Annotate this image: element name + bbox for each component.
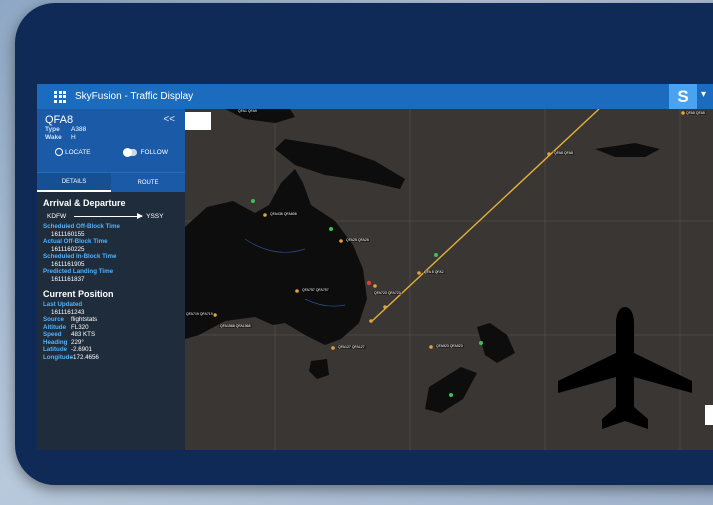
position-value: -2.6901: [71, 346, 92, 353]
type-label: Type: [45, 126, 60, 133]
wake-label: Wake: [45, 134, 62, 141]
position-value: 483 KTS: [71, 331, 96, 338]
flight-sidebar: QFA8 << Type A388 Wake H LOCATE FOLLOW D…: [37, 109, 185, 450]
position-value: -172.4656: [71, 353, 99, 361]
last-updated-label: Last Updated: [43, 301, 83, 308]
position-value: FL320: [71, 323, 89, 331]
app-title: SkyFusion - Traffic Display: [75, 91, 194, 102]
last-updated-value: 1611161243: [51, 308, 85, 316]
aircraft-label[interactable]: QFA1 QFA9: [237, 109, 258, 113]
tab-details[interactable]: DETAILS: [37, 173, 111, 192]
position-row: Source flightstats: [43, 316, 185, 324]
position-row: Longitude -172.4656: [43, 354, 185, 362]
airplane-icon: [558, 307, 692, 429]
grid-menu-icon[interactable]: [51, 88, 69, 106]
collapse-sidebar-button[interactable]: <<: [163, 114, 175, 125]
toggle-switch-icon: [122, 147, 137, 157]
position-label: Speed: [43, 331, 62, 338]
arrival-departure-title: Arrival & Departure: [43, 198, 126, 208]
flight-callsign: QFA8: [45, 114, 74, 126]
aircraft-label[interactable]: QFA523 QFA523: [435, 344, 464, 348]
position-row: Latitude -2.6901: [43, 346, 185, 354]
route-summary: KDFW YSSY: [47, 213, 185, 220]
position-value: flightstats: [71, 316, 98, 323]
origin-code: KDFW: [47, 213, 67, 220]
sidebar-tabs: DETAILS ROUTE: [37, 172, 185, 192]
follow-label: FOLLOW: [140, 148, 168, 156]
aircraft-label[interactable]: QFA719 QFA719: [185, 312, 214, 316]
destination-code: YSSY: [146, 213, 164, 220]
field-value: 1611160155: [51, 230, 85, 238]
aircraft-label[interactable]: QFA436 QFA608: [269, 212, 298, 216]
field-value: 1611160225: [51, 245, 85, 253]
crosshair-icon: [55, 148, 63, 156]
position-row: Heading 229°: [43, 339, 185, 347]
chevron-down-icon[interactable]: ▾: [701, 89, 706, 100]
wake-row: Wake H: [45, 134, 177, 142]
flight-header: QFA8 << Type A388 Wake H LOCATE FOLLOW: [37, 109, 185, 172]
position-row: Altitude FL320: [43, 324, 185, 332]
position-label: Longitude: [43, 353, 73, 361]
aircraft-label[interactable]: QFA 8 QFA2: [423, 270, 445, 274]
follow-toggle[interactable]: FOLLOW: [122, 147, 168, 157]
locate-label: LOCATE: [65, 148, 91, 156]
field-label: Scheduled Off-Block Time: [43, 223, 120, 230]
brand-badge[interactable]: S: [669, 84, 697, 109]
aircraft-label[interactable]: QFA5 QFA5: [685, 111, 706, 115]
arrow-right-icon: [74, 213, 144, 219]
aircraft-label[interactable]: QFA723 QFA723: [373, 291, 402, 295]
position-value: 229°: [71, 338, 84, 346]
type-row: Type A388: [45, 126, 177, 134]
position-label: Altitude: [43, 323, 67, 331]
selected-aircraft-marker[interactable]: [366, 280, 372, 286]
aircraft-label[interactable]: QFA8 QFA8: [553, 151, 574, 155]
tab-route[interactable]: ROUTE: [111, 173, 185, 192]
field-label: Predicted Landing Time: [43, 268, 114, 275]
current-position-title: Current Position: [43, 289, 114, 299]
locate-button[interactable]: LOCATE: [55, 148, 91, 156]
wake-value: H: [71, 134, 76, 141]
field-value: 1611161905: [51, 260, 85, 268]
map-search-box[interactable]: [185, 112, 211, 130]
flight-actions: LOCATE FOLLOW: [45, 147, 177, 157]
app-topbar: SkyFusion - Traffic Display S ▾: [37, 84, 713, 109]
position-row: Speed 483 KTS: [43, 331, 185, 339]
aircraft-label[interactable]: QFA127 QFA127: [337, 345, 366, 349]
field-label: Scheduled In-Block Time: [43, 253, 117, 260]
position-label: Source: [43, 316, 64, 323]
position-label: Latitude: [43, 346, 68, 353]
aircraft-label[interactable]: QFA757 QFA757: [301, 288, 330, 292]
field-label: Actual Off-Block Time: [43, 238, 108, 245]
flight-route-line: [370, 109, 600, 323]
aircraft-label[interactable]: QFA25 QFA25: [345, 238, 370, 242]
type-value: A388: [71, 126, 87, 133]
aircraft-label[interactable]: QFA1568 QFA1568: [219, 324, 252, 328]
field-value: 1611161837: [51, 275, 85, 283]
position-label: Heading: [43, 338, 68, 346]
zoom-control[interactable]: [705, 405, 713, 425]
